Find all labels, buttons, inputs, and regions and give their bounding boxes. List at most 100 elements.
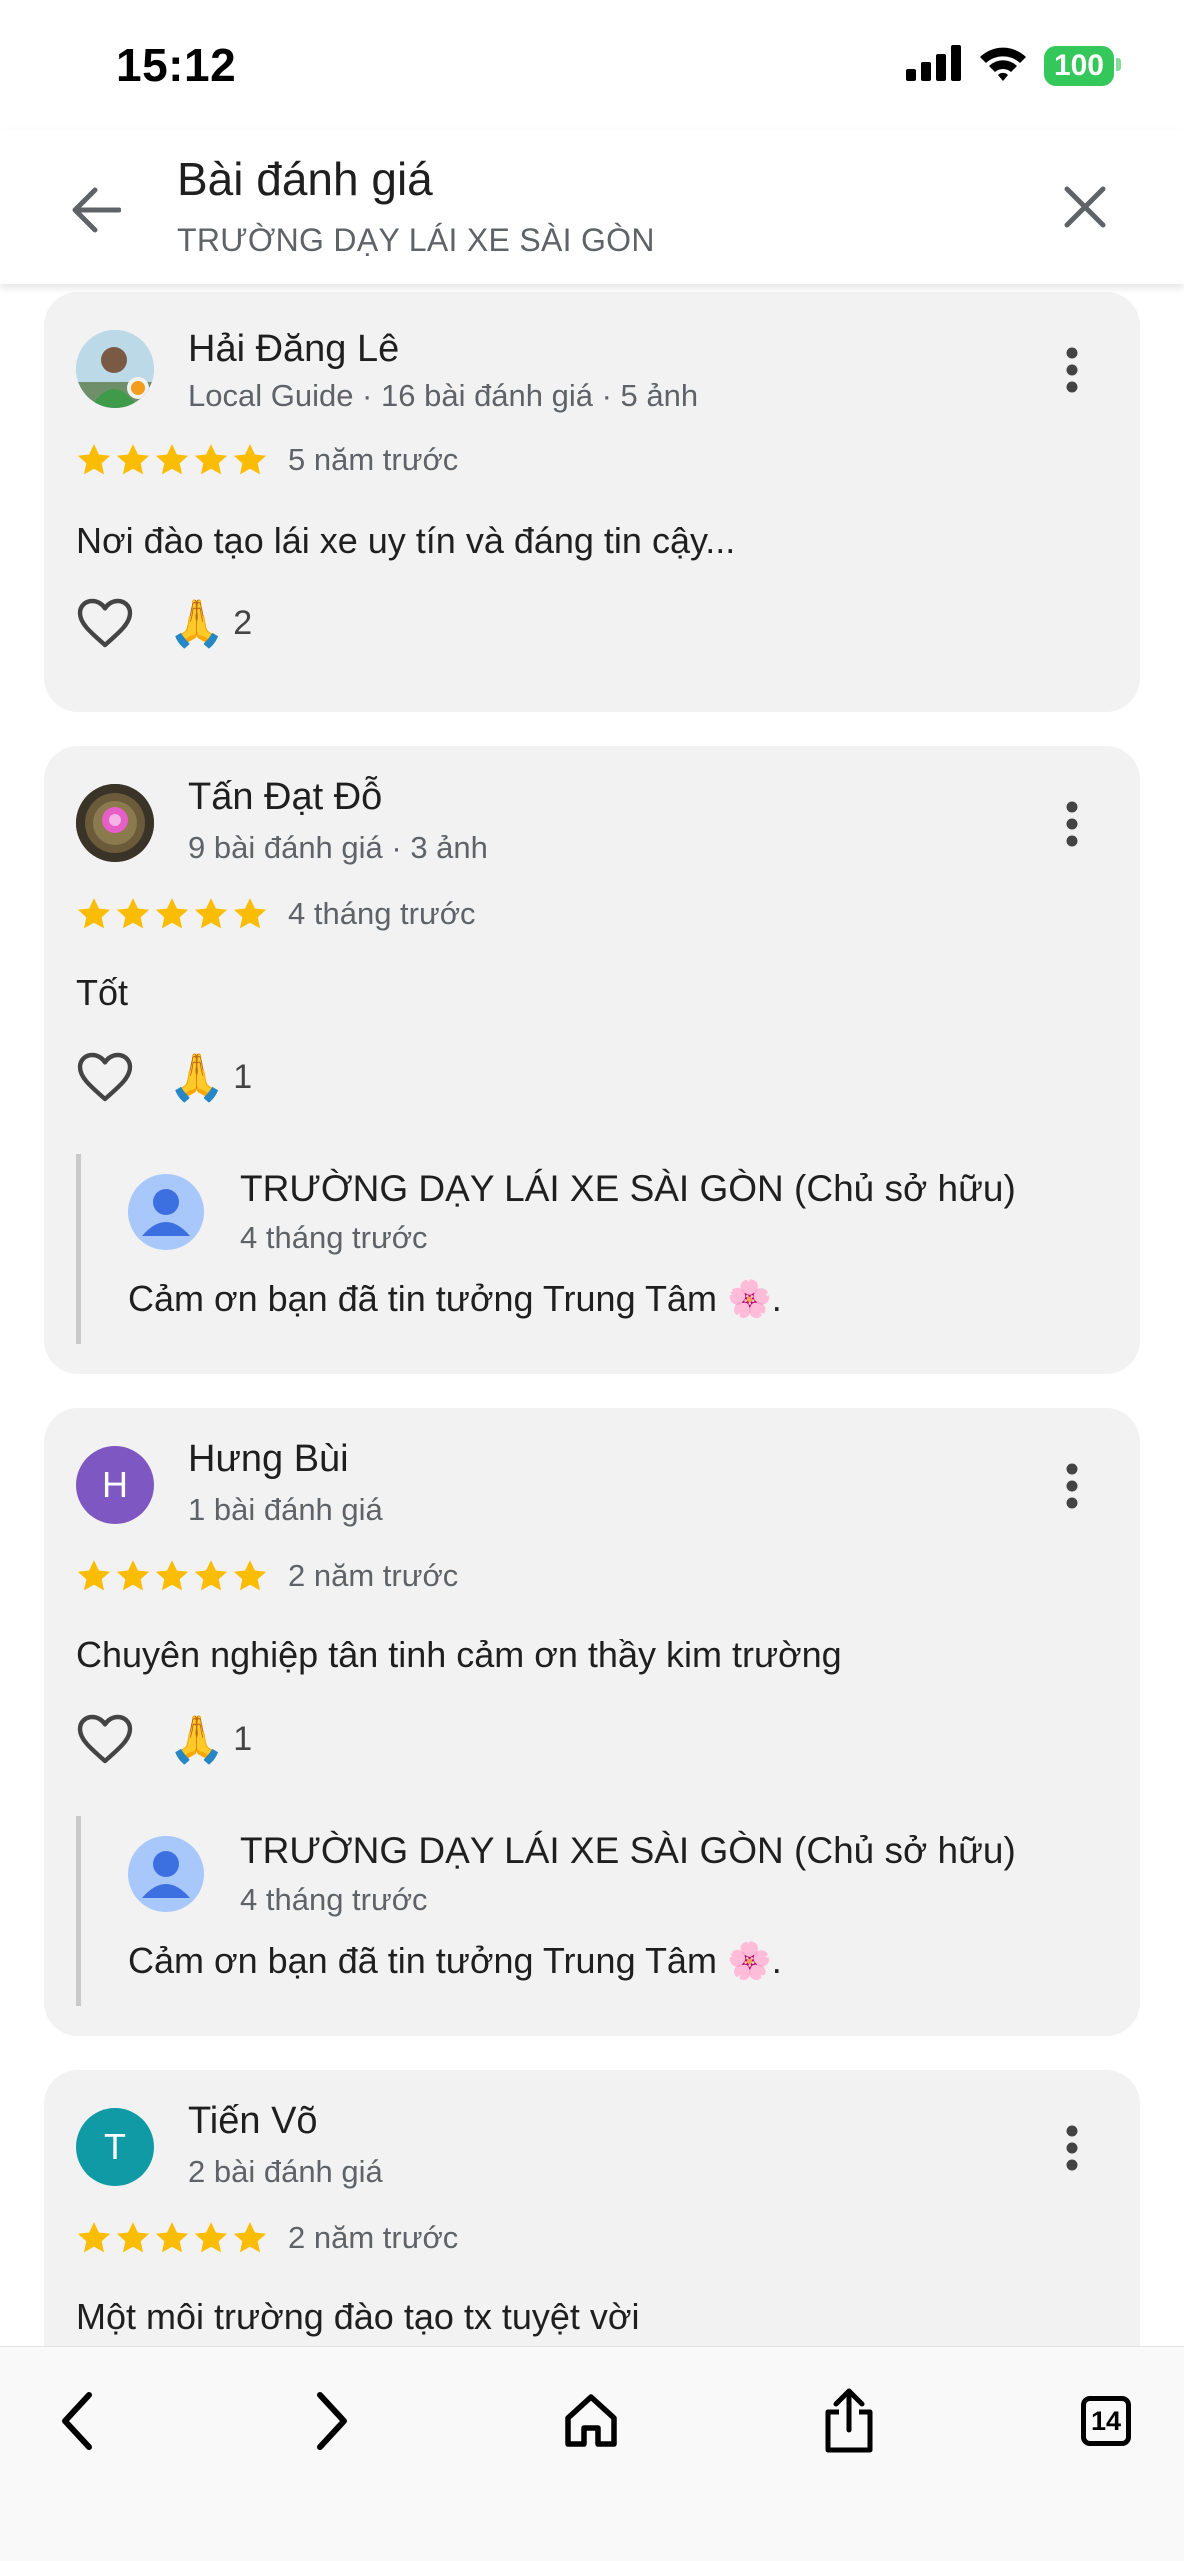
heart-outline-icon	[77, 1714, 133, 1764]
star-icon	[233, 898, 267, 929]
browser-back-button[interactable]	[37, 2381, 117, 2461]
browser-toolbar: 14	[0, 2346, 1184, 2561]
reviewer-meta: 1 bài đánh giá	[188, 1492, 383, 1527]
status-icons: 100	[905, 44, 1122, 87]
avatar[interactable]: T	[76, 2108, 154, 2186]
review-time: 5 năm trước	[288, 442, 459, 477]
pray-reaction-icon[interactable]: 🙏	[168, 1054, 225, 1100]
signal-icon	[905, 45, 962, 86]
pray-reaction-icon[interactable]: 🙏	[168, 1716, 225, 1762]
avatar[interactable]: H	[76, 1446, 154, 1524]
back-button[interactable]	[66, 180, 126, 240]
star-icon	[155, 1560, 189, 1591]
chevron-left-icon	[62, 2392, 92, 2450]
star-icon	[77, 444, 111, 475]
owner-avatar	[128, 1174, 204, 1250]
heart-outline-icon	[77, 1052, 133, 1102]
star-rating	[76, 443, 268, 477]
more-vert-icon	[1066, 801, 1078, 847]
star-icon	[116, 898, 150, 929]
like-button[interactable]	[76, 1710, 134, 1768]
pray-reaction-count: 1	[233, 1719, 253, 1758]
home-icon	[565, 2394, 617, 2447]
avatar-initial: T	[104, 2126, 126, 2167]
owner-name: TRƯỜNG DẠY LÁI XE SÀI GÒN (Chủ sở hữu)	[240, 1830, 1016, 1871]
star-rating	[76, 2221, 268, 2255]
owner-avatar	[128, 1836, 204, 1912]
more-options-button[interactable]	[1050, 1454, 1094, 1518]
star-icon	[194, 1560, 228, 1591]
rating-row: 4 tháng trước	[76, 896, 476, 932]
more-options-button[interactable]	[1050, 2116, 1094, 2180]
star-icon	[116, 1560, 150, 1591]
browser-home-button[interactable]	[551, 2381, 631, 2461]
page-subtitle: TRƯỜNG DẠY LÁI XE SÀI GÒN	[177, 222, 655, 258]
browser-forward-button[interactable]	[292, 2381, 372, 2461]
star-icon	[77, 2222, 111, 2253]
wifi-icon	[978, 44, 1028, 87]
battery-indicator: 100	[1043, 45, 1122, 86]
star-icon	[155, 898, 189, 929]
more-options-button[interactable]	[1050, 338, 1094, 402]
status-bar: 15:12 100	[0, 0, 1184, 130]
heart-outline-icon	[77, 598, 133, 648]
review-text: Một môi trường đào tạo tx tuyệt vời	[76, 2296, 640, 2337]
star-icon	[77, 898, 111, 929]
reviewer-meta: 9 bài đánh giá · 3 ảnh	[188, 830, 488, 865]
close-icon	[1064, 186, 1106, 228]
owner-reply-time: 4 tháng trước	[240, 1882, 428, 1917]
star-rating	[76, 897, 268, 931]
star-icon	[116, 2222, 150, 2253]
page-title: Bài đánh giá	[177, 153, 433, 205]
browser-tabs-button[interactable]: 14	[1066, 2381, 1146, 2461]
back-arrow-icon	[72, 187, 121, 233]
star-icon	[194, 444, 228, 475]
review-time: 2 năm trước	[288, 2220, 459, 2255]
pray-reaction-icon[interactable]: 🙏	[168, 600, 225, 646]
avatar[interactable]	[76, 330, 154, 408]
more-vert-icon	[1066, 347, 1078, 393]
tabs-icon: 14	[1081, 2396, 1131, 2446]
avatar[interactable]	[76, 784, 154, 862]
pray-reaction-count: 1	[233, 1057, 253, 1096]
rating-row: 2 năm trước	[76, 1558, 458, 1594]
star-icon	[233, 1560, 267, 1591]
reviewer-meta: 2 bài đánh giá	[188, 2154, 383, 2189]
review-time: 2 năm trước	[288, 1558, 459, 1593]
reactions-row: 🙏 2	[76, 594, 252, 652]
star-icon	[194, 898, 228, 929]
reactions-row: 🙏 1	[76, 1048, 252, 1106]
person-icon	[142, 1189, 190, 1236]
star-rating	[76, 1559, 268, 1593]
star-icon	[233, 2222, 267, 2253]
review-text: Chuyên nghiệp tân tinh cảm ơn thầy kim t…	[76, 1634, 842, 1675]
review-time: 4 tháng trước	[288, 896, 476, 931]
close-button[interactable]	[1054, 176, 1116, 238]
review-text: Tốt	[76, 972, 129, 1013]
reviewer-name[interactable]: Hưng Bùi	[188, 1438, 349, 1481]
review-text: Nơi đào tạo lái xe uy tín và đáng tin cậ…	[76, 520, 736, 561]
reviews-list[interactable]: Hải Đăng Lê Local Guide · 16 bài đánh gi…	[0, 284, 1184, 2346]
reviewer-meta: Local Guide · 16 bài đánh giá · 5 ảnh	[188, 378, 699, 413]
rating-row: 2 năm trước	[76, 2220, 458, 2256]
reactions-row: 🙏 1	[76, 1710, 252, 1768]
owner-reply: TRƯỜNG DẠY LÁI XE SÀI GÒN (Chủ sở hữu) 4…	[76, 1154, 1111, 1344]
reviewer-name[interactable]: Tiến Võ	[188, 2100, 318, 2143]
owner-reply-time: 4 tháng trước	[240, 1220, 428, 1255]
owner-name: TRƯỜNG DẠY LÁI XE SÀI GÒN (Chủ sở hữu)	[240, 1168, 1016, 1209]
review-card: Tấn Đạt Đỗ 9 bài đánh giá · 3 ảnh 4 thán…	[44, 746, 1140, 1374]
star-icon	[116, 444, 150, 475]
more-options-button[interactable]	[1050, 792, 1094, 856]
browser-share-button[interactable]	[809, 2381, 889, 2461]
review-card: H Hưng Bùi 1 bài đánh giá 2 năm trước Ch…	[44, 1408, 1140, 2036]
pray-reaction-count: 2	[233, 603, 253, 642]
like-button[interactable]	[76, 594, 134, 652]
reviewer-name[interactable]: Tấn Đạt Đỗ	[188, 776, 382, 819]
reviewer-name[interactable]: Hải Đăng Lê	[188, 328, 399, 371]
more-vert-icon	[1066, 2125, 1078, 2171]
like-button[interactable]	[76, 1048, 134, 1106]
status-time: 15:12	[116, 39, 237, 91]
review-card: Hải Đăng Lê Local Guide · 16 bài đánh gi…	[44, 292, 1140, 712]
star-icon	[194, 2222, 228, 2253]
star-icon	[77, 1560, 111, 1591]
